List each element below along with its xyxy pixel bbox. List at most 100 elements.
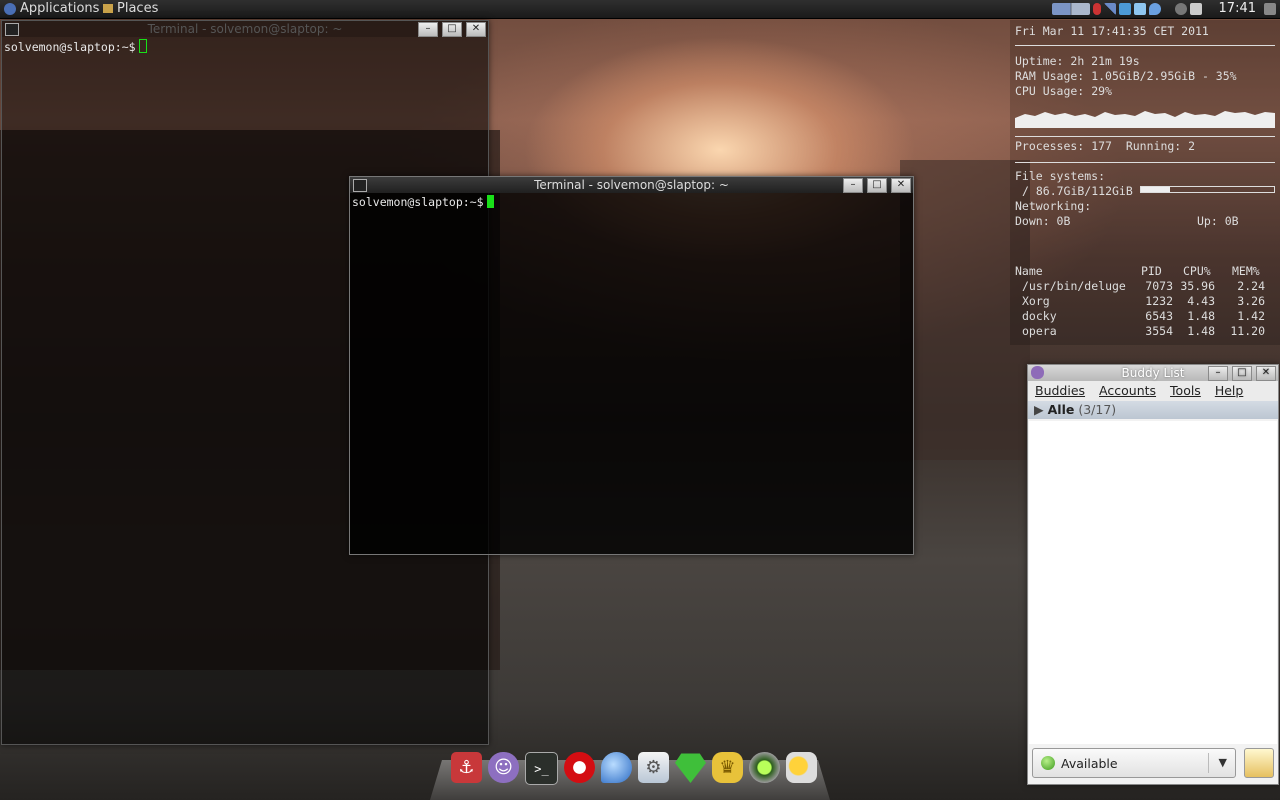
anchor-icon[interactable]: ⚓ bbox=[451, 752, 482, 783]
weather-icon[interactable] bbox=[786, 752, 817, 783]
applications-label: Applications bbox=[20, 1, 100, 16]
close-button[interactable]: ✕ bbox=[466, 22, 486, 37]
genie-icon[interactable]: ♛ bbox=[712, 752, 743, 783]
uptime-value: 2h 21m 19s bbox=[1070, 54, 1140, 68]
available-icon bbox=[1041, 756, 1055, 770]
gem-icon[interactable] bbox=[675, 753, 706, 783]
applications-menu[interactable]: Applications bbox=[4, 1, 99, 16]
deluge-icon[interactable] bbox=[601, 752, 632, 783]
cpu-graph bbox=[1015, 111, 1275, 128]
droplet-icon[interactable] bbox=[1149, 3, 1161, 15]
conky-monitor: Fri Mar 11 17:41:35 CET 2011 Uptime: 2h … bbox=[1010, 20, 1280, 345]
folder-icon bbox=[103, 4, 113, 13]
minimize-button[interactable]: – bbox=[1208, 366, 1228, 381]
buddy-list-area[interactable] bbox=[1029, 421, 1277, 744]
window-title: Buddy List bbox=[1121, 366, 1185, 380]
running-value: 2 bbox=[1188, 139, 1196, 153]
processes-label: Processes: bbox=[1015, 139, 1085, 153]
buddy-menubar: Buddies Accounts Tools Help bbox=[1028, 381, 1278, 401]
places-menu[interactable]: Places bbox=[103, 1, 158, 16]
proc-cell: 11.20 bbox=[1230, 324, 1265, 338]
battery-icon[interactable] bbox=[1190, 3, 1202, 15]
proc-header-cpu: CPU% bbox=[1183, 264, 1211, 278]
chevron-down-icon[interactable]: ▼ bbox=[1219, 756, 1227, 769]
net-down: Down: 0B bbox=[1015, 214, 1071, 228]
clock[interactable]: 17:41 bbox=[1219, 1, 1256, 16]
status-selector[interactable]: Available ▼ bbox=[1032, 748, 1236, 778]
dropbox-icon[interactable] bbox=[1134, 3, 1146, 15]
net-label: Networking: bbox=[1015, 199, 1092, 213]
network-icon[interactable] bbox=[1093, 3, 1101, 15]
proc-cell: 1.48 bbox=[1187, 309, 1215, 323]
pidgin-icon[interactable]: ☺ bbox=[488, 752, 519, 783]
green-orb-icon[interactable] bbox=[749, 752, 780, 783]
menu-help[interactable]: Help bbox=[1215, 381, 1244, 401]
dock-icons: ⚓ ☺ >_ ⚙ ♛ bbox=[451, 752, 817, 785]
proc-header-name: Name bbox=[1015, 264, 1043, 278]
proc-cell: /usr/bin/deluge bbox=[1022, 279, 1126, 293]
signal-icon[interactable] bbox=[1104, 3, 1116, 15]
running-label: Running: bbox=[1125, 139, 1182, 153]
volume-icon[interactable] bbox=[1175, 3, 1187, 15]
cpu-value: 29% bbox=[1091, 84, 1112, 98]
proc-header-pid: PID bbox=[1141, 264, 1162, 278]
group-row[interactable]: ▶ Alle (3/17) bbox=[1028, 401, 1278, 419]
conky-datetime: Fri Mar 11 17:41:35 CET 2011 bbox=[1015, 24, 1209, 38]
text-cursor bbox=[138, 39, 147, 53]
buddy-list-window[interactable]: Buddy List – □ ✕ Buddies Accounts Tools … bbox=[1027, 364, 1279, 785]
display-icon[interactable] bbox=[1119, 3, 1131, 15]
proc-cell: docky bbox=[1022, 309, 1057, 323]
menu-accounts[interactable]: Accounts bbox=[1099, 381, 1156, 401]
fs-label: File systems: bbox=[1015, 169, 1106, 183]
prompt: solvemon@slaptop:~$ bbox=[352, 195, 484, 209]
maximize-button[interactable]: □ bbox=[867, 178, 887, 193]
terminal-icon[interactable]: >_ bbox=[525, 752, 558, 785]
menu-buddies[interactable]: Buddies bbox=[1035, 381, 1085, 401]
fs-usage-bar bbox=[1140, 186, 1275, 193]
fs-value: / 86.7GiB/112GiB bbox=[1022, 184, 1133, 198]
window-title: Terminal - solvemon@slaptop: ~ bbox=[534, 178, 729, 192]
proc-cell: 1.48 bbox=[1187, 324, 1215, 338]
proc-cell: 1.42 bbox=[1237, 309, 1265, 323]
proc-cell: Xorg bbox=[1022, 294, 1050, 308]
terminal-window-front[interactable]: Terminal - solvemon@slaptop: ~ – □ ✕ sol… bbox=[349, 176, 914, 555]
terminal-output[interactable]: solvemon@slaptop:~$ bbox=[350, 193, 913, 554]
net-up: Up: 0B bbox=[1197, 214, 1239, 228]
proc-cell: 35.96 bbox=[1180, 279, 1215, 293]
minimize-button[interactable]: – bbox=[843, 178, 863, 193]
cpu-label: CPU Usage: bbox=[1015, 84, 1085, 98]
minimize-button[interactable]: – bbox=[418, 22, 438, 37]
prompt: solvemon@slaptop:~$ bbox=[4, 40, 136, 54]
ram-value: 1.05GiB/2.95GiB - 35% bbox=[1091, 69, 1237, 83]
ram-label: RAM Usage: bbox=[1015, 69, 1085, 83]
terminal-icon bbox=[5, 23, 19, 36]
shutdown-icon[interactable] bbox=[1264, 3, 1276, 15]
processes-value: 177 bbox=[1091, 139, 1112, 153]
gnome-foot-icon bbox=[4, 2, 16, 15]
group-count: (3/17) bbox=[1078, 402, 1117, 417]
buddy-pounce-icon[interactable] bbox=[1244, 748, 1274, 778]
workspace-switcher-icon[interactable] bbox=[1052, 3, 1090, 15]
pidgin-icon bbox=[1031, 366, 1044, 379]
text-cursor bbox=[486, 195, 494, 208]
system-tray bbox=[1052, 2, 1202, 16]
expander-icon[interactable]: ▶ bbox=[1034, 402, 1044, 417]
group-name: Alle bbox=[1047, 402, 1075, 417]
terminal-icon bbox=[353, 179, 367, 192]
close-button[interactable]: ✕ bbox=[1256, 366, 1276, 381]
proc-cell: 4.43 bbox=[1187, 294, 1215, 308]
proc-cell: 2.24 bbox=[1237, 279, 1265, 293]
uptime-label: Uptime: bbox=[1015, 54, 1064, 68]
system-settings-icon[interactable]: ⚙ bbox=[638, 752, 669, 783]
maximize-button[interactable]: □ bbox=[442, 22, 462, 37]
status-label: Available bbox=[1061, 755, 1118, 771]
close-button[interactable]: ✕ bbox=[891, 178, 911, 193]
places-label: Places bbox=[117, 1, 159, 16]
top-panel: Applications Places 17:41 bbox=[0, 0, 1280, 19]
opera-icon[interactable] bbox=[564, 752, 595, 783]
proc-header-mem: MEM% bbox=[1232, 264, 1260, 278]
maximize-button[interactable]: □ bbox=[1232, 366, 1252, 381]
menu-tools[interactable]: Tools bbox=[1170, 381, 1201, 401]
proc-cell: 3.26 bbox=[1237, 294, 1265, 308]
proc-cell: opera bbox=[1022, 324, 1057, 338]
